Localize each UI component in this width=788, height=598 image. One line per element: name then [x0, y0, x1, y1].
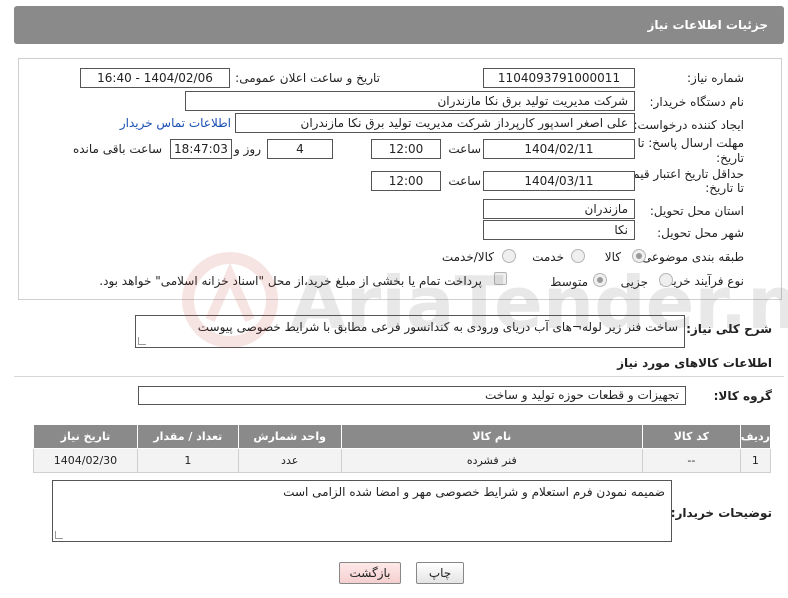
category-label: طبقه بندی موضوعی:: [637, 250, 744, 264]
creator-label: ایجاد کننده درخواست:: [633, 118, 744, 132]
col-code: کد کالا: [641, 424, 741, 449]
col-name: نام کالا: [340, 424, 643, 449]
reply-deadline-label: مهلت ارسال پاسخ: تا: [637, 136, 744, 150]
category-option-service: خدمت: [532, 250, 564, 264]
description-label: شرح کلی نیاز:: [686, 322, 772, 336]
reply-deadline-label-date: تاریخ:: [716, 151, 744, 165]
goods-table-header: ردیف کد کالا نام کالا واحد شمارش تعداد /…: [33, 424, 772, 449]
page-header: جزئیات اطلاعات نیاز: [14, 6, 784, 44]
city-label: شهر محل تحویل:: [657, 226, 744, 240]
treasury-payment-note: پرداخت تمام یا بخشی از مبلغ خرید،از محل …: [99, 274, 482, 288]
reply-time-field: 12:00: [371, 139, 441, 159]
cell-name: فنر فشرده: [340, 448, 643, 473]
col-unit: واحد شمارش: [237, 424, 342, 449]
cell-quantity: 1: [136, 448, 239, 473]
buyer-org-field: شرکت مدیریت تولید برق نکا مازندران: [185, 91, 635, 111]
days-field: 4: [267, 139, 333, 159]
need-number-label: شماره نیاز:: [687, 71, 744, 85]
price-date-field: 1404/03/11: [483, 171, 635, 191]
goods-group-field: تجهیزات و قطعات حوزه تولید و ساخت: [138, 386, 686, 405]
category-radio-goods[interactable]: [632, 249, 646, 263]
description-textarea: ساخت فنر زیر لوله¬های آب دریای ورودی به …: [135, 315, 685, 348]
description-text: ساخت فنر زیر لوله¬های آب دریای ورودی به …: [197, 320, 678, 334]
resize-handle[interactable]: [138, 337, 146, 345]
remaining-label: ساعت باقی مانده: [72, 142, 162, 156]
resize-handle[interactable]: [55, 531, 63, 539]
process-option-medium: متوسط: [550, 275, 588, 289]
price-time-field: 12:00: [371, 171, 441, 191]
section-divider: [14, 376, 784, 377]
table-row: 1 -- فنر فشرده عدد 1 1404/02/30: [33, 448, 772, 473]
category-option-goods-service: کالا/خدمت: [441, 250, 494, 264]
category-option-goods: کالا: [604, 250, 621, 264]
print-button[interactable]: چاپ: [416, 562, 464, 584]
cell-unit: عدد: [237, 448, 342, 473]
province-label: استان محل تحویل:: [649, 204, 744, 218]
need-number-field: 1104093791000011: [483, 68, 635, 88]
goods-group-label: گروه کالا:: [713, 389, 772, 403]
process-radio-minor[interactable]: [659, 273, 673, 287]
page-title: جزئیات اطلاعات نیاز: [647, 18, 768, 32]
col-row: ردیف: [739, 424, 772, 449]
treasury-payment-checkbox[interactable]: [494, 272, 507, 285]
col-quantity: تعداد / مقدار: [136, 424, 239, 449]
goods-section-title: اطلاعات کالاهای مورد نیاز: [617, 356, 772, 370]
reply-time-label: ساعت: [448, 142, 481, 156]
process-option-minor: جزیی: [620, 275, 648, 289]
province-field: مازندران: [483, 199, 635, 219]
cell-date: 1404/02/30: [33, 448, 138, 473]
days-label: روز و: [234, 142, 261, 156]
price-validity-label: حداقل تاریخ اعتبار قیمت:: [617, 167, 744, 181]
announce-field: 1404/02/06 - 16:40: [80, 68, 230, 88]
process-radio-medium[interactable]: [593, 273, 607, 287]
announce-label: تاریخ و ساعت اعلان عمومی:: [235, 71, 380, 85]
category-radio-service[interactable]: [571, 249, 585, 263]
remaining-time-field: 18:47:03: [170, 139, 232, 159]
cell-code: --: [641, 448, 741, 473]
buyer-notes-label: توضیحات خریدار:: [670, 506, 772, 520]
buyer-notes-text: ضمیمه نمودن فرم استعلام و شرایط خصوصی مه…: [283, 485, 665, 499]
category-radio-goods-service[interactable]: [502, 249, 516, 263]
buyer-org-label: نام دستگاه خریدار:: [649, 95, 745, 109]
cell-row: 1: [739, 448, 772, 473]
back-button[interactable]: بازگشت: [339, 562, 401, 584]
col-date: تاریخ نیاز: [33, 424, 138, 449]
price-validity-label-date: تا تاریخ:: [705, 181, 744, 195]
city-field: نکا: [483, 220, 635, 240]
goods-table: ردیف کد کالا نام کالا واحد شمارش تعداد /…: [33, 424, 772, 473]
buyer-contact-link[interactable]: اطلاعات تماس خریدار: [120, 116, 231, 130]
buyer-notes-textarea: ضمیمه نمودن فرم استعلام و شرایط خصوصی مه…: [52, 480, 672, 542]
creator-field: علی اصغر اسدپور کارپرداز شرکت مدیریت تول…: [235, 113, 635, 133]
price-time-label: ساعت: [448, 174, 481, 188]
reply-date-field: 1404/02/11: [483, 139, 635, 159]
